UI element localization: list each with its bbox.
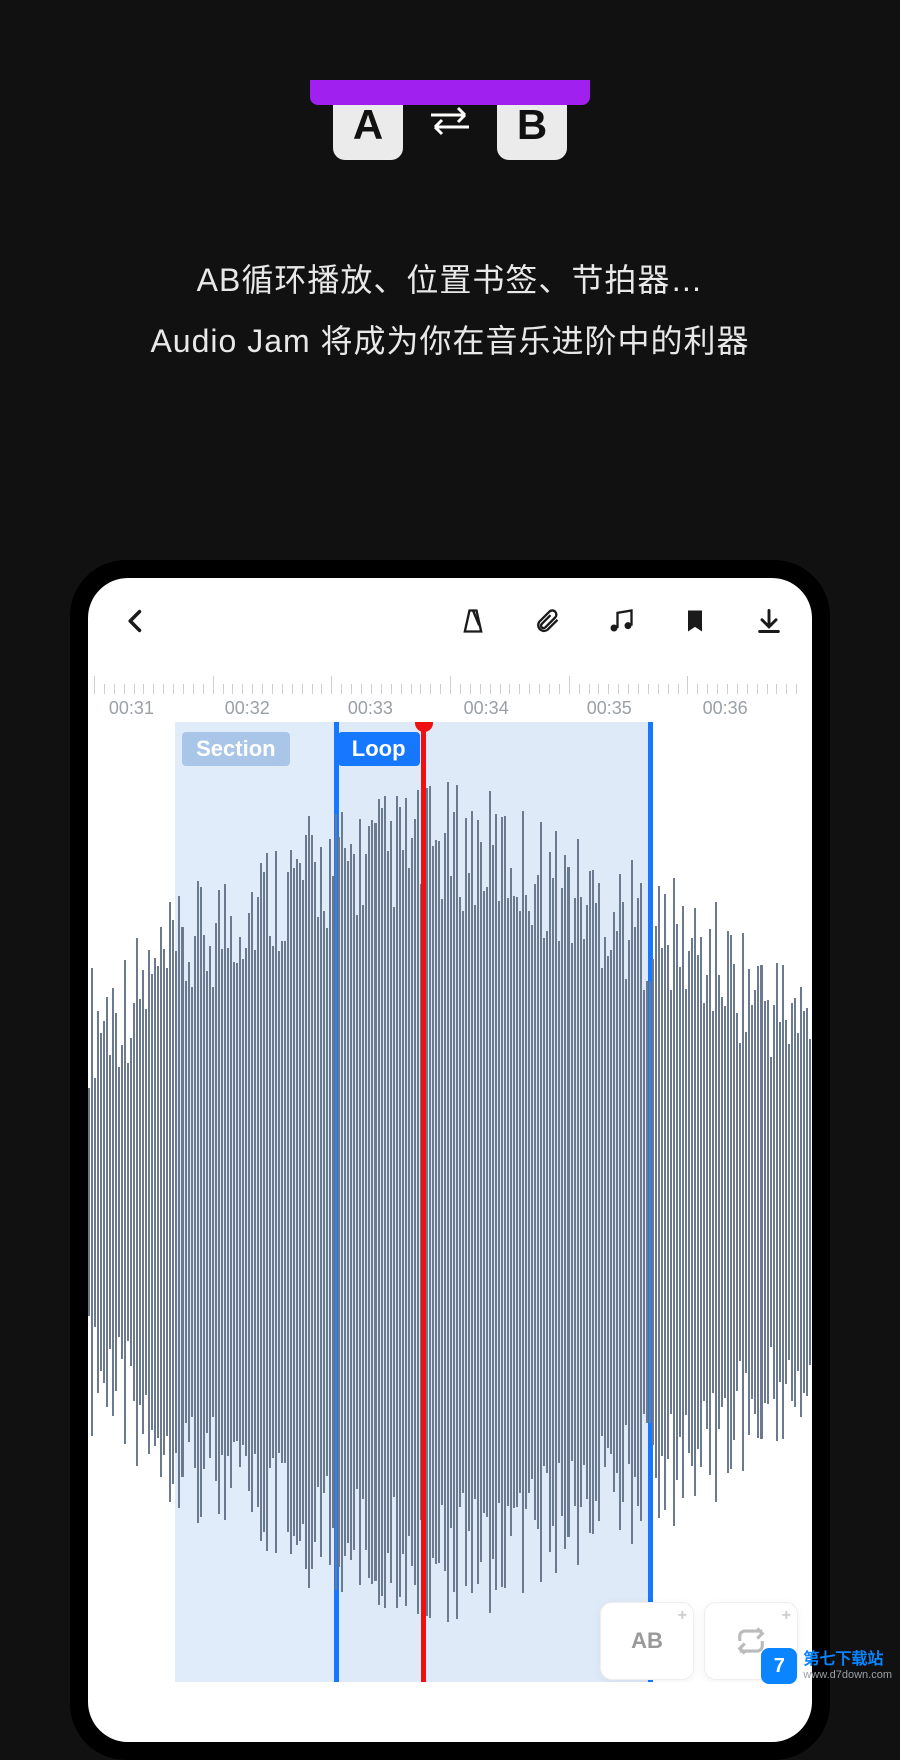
- music-icon[interactable]: [606, 606, 636, 636]
- app-screen: 00:31 00:32 00:33 00:34 00:35 00:36 Section L…: [88, 578, 812, 1742]
- promo-top-bar: [310, 80, 590, 105]
- swap-arrows-icon: [427, 104, 473, 147]
- phone-frame: 00:31 00:32 00:33 00:34 00:35 00:36 Section L…: [70, 560, 830, 1760]
- attachment-icon[interactable]: [532, 606, 562, 636]
- section-tag[interactable]: Section: [182, 732, 289, 766]
- download-icon[interactable]: [754, 606, 784, 636]
- waveform[interactable]: [88, 722, 812, 1682]
- plus-icon: +: [678, 1607, 687, 1625]
- watermark-title: 第七下载站: [803, 1651, 892, 1669]
- waveform-area[interactable]: Section Loop AB + +: [88, 722, 812, 1682]
- ab-card-label: AB: [631, 1628, 663, 1654]
- time-label: 00:36: [703, 698, 748, 719]
- bookmark-icon[interactable]: [680, 606, 710, 636]
- loop-tag[interactable]: Loop: [338, 732, 420, 766]
- playhead[interactable]: [421, 722, 426, 1682]
- timeline-ruler[interactable]: [88, 664, 812, 694]
- time-label: 00:31: [109, 698, 154, 719]
- app-toolbar: [88, 578, 812, 664]
- ab-loop-card[interactable]: AB +: [600, 1602, 694, 1680]
- time-label: 00:33: [348, 698, 393, 719]
- plus-icon: +: [782, 1607, 791, 1625]
- site-watermark: 7 第七下载站 www.d7down.com: [761, 1648, 892, 1684]
- headline-line-1: AB循环播放、位置书签、节拍器…: [0, 250, 900, 311]
- time-label: 00:34: [464, 698, 509, 719]
- watermark-badge: 7: [761, 1648, 797, 1684]
- time-label: 00:32: [225, 698, 270, 719]
- promo-headline: AB循环播放、位置书签、节拍器… Audio Jam 将成为你在音乐进阶中的利器: [0, 250, 900, 372]
- watermark-url: www.d7down.com: [803, 1669, 892, 1681]
- headline-line-2: Audio Jam 将成为你在音乐进阶中的利器: [0, 311, 900, 372]
- back-button[interactable]: [121, 606, 151, 636]
- metronome-icon[interactable]: [458, 606, 488, 636]
- time-labels: 00:31 00:32 00:33 00:34 00:35 00:36: [88, 694, 812, 722]
- time-label: 00:35: [587, 698, 632, 719]
